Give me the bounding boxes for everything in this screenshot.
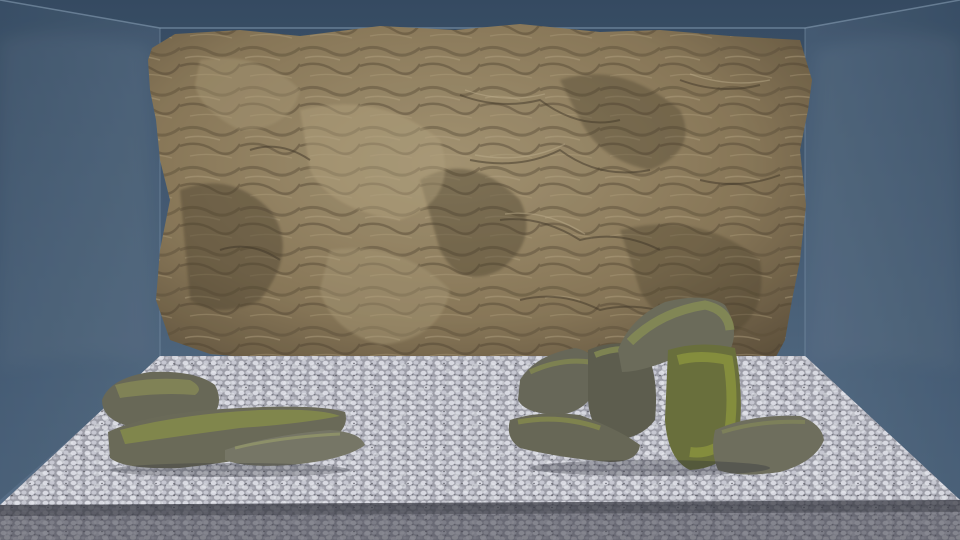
water-haze: [0, 0, 960, 540]
aquarium-render: [0, 0, 960, 540]
aquarium-scene: [0, 0, 960, 540]
